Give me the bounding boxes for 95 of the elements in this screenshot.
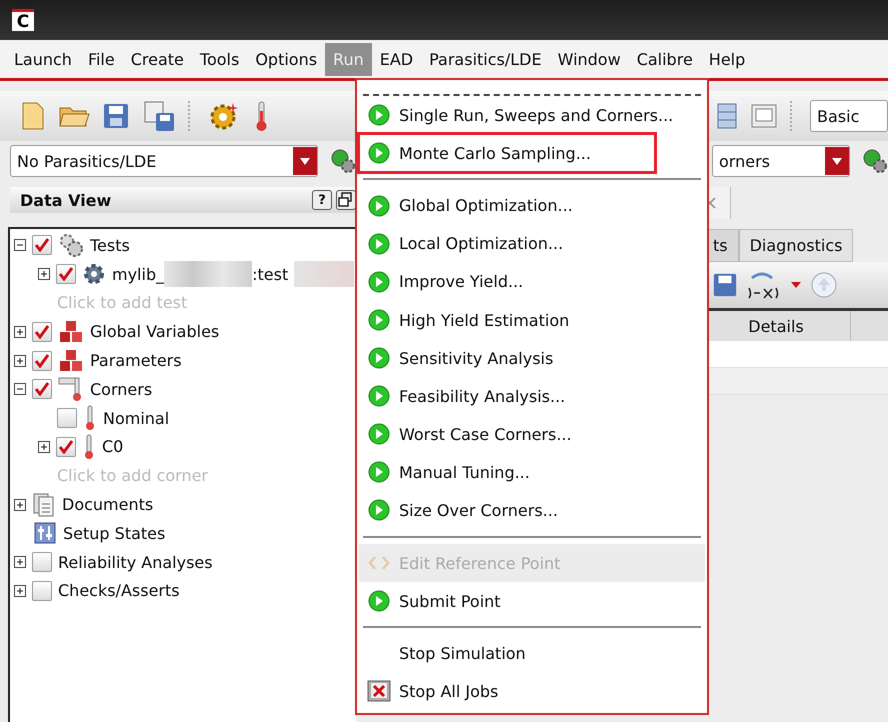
checkbox[interactable] [57,408,77,428]
documents-icon [32,492,56,518]
tree-item-label[interactable]: Setup States [63,524,166,543]
stop-icon [367,680,391,704]
panel-icon[interactable] [750,102,778,130]
sliders-icon [33,521,57,546]
expand-icon[interactable] [38,440,50,453]
checkbox[interactable] [32,552,52,572]
thermometer-icon [83,405,97,432]
menu-item[interactable]: Monte Carlo Sampling... [359,134,655,172]
play-icon [368,309,390,332]
gear-icon [82,262,106,286]
parasitics-combo[interactable]: No Parasitics/LDE [10,145,318,177]
dropdown-arrow-icon[interactable] [790,281,802,289]
play-icon [368,385,390,408]
menu-item[interactable]: Size Over Corners... [359,491,705,530]
tree-item-label[interactable]: mylib_ [112,264,164,284]
diamond-icon [368,555,390,572]
menu-bar-item[interactable]: Launch [6,42,80,76]
checkbox[interactable] [32,580,52,601]
menu-bar-item[interactable]: Window [550,42,629,76]
tree-item-label[interactable]: Global Variables [90,322,220,342]
expand-icon[interactable] [14,354,26,367]
tab[interactable]: Diagnostics [738,229,854,262]
run-gear-icon[interactable] [862,148,888,174]
play-icon [368,590,390,612]
tree-item-label[interactable]: Documents [62,495,154,514]
tree-item-label[interactable]: C0 [102,437,124,456]
menu-item[interactable]: Global Optimization... [359,186,705,225]
menu-bar-item[interactable]: EAD [372,42,422,76]
play-icon [368,423,390,446]
save-as-icon[interactable] [142,99,176,133]
expand-icon[interactable] [38,268,50,280]
menu-item[interactable]: Sensitivity Analysis [359,339,705,378]
checkbox[interactable] [32,350,52,371]
menu-item[interactable]: Stop All Jobs [359,672,705,711]
play-icon [368,232,390,255]
menu-bar-item[interactable]: Calibre [628,42,701,76]
tree-item-label[interactable]: Reliability Analyses [58,552,213,572]
play-icon [368,461,390,484]
app-logo: C [12,9,34,31]
tree-item-label[interactable]: Tests [90,236,130,255]
menu-bar-item[interactable]: File [80,42,123,76]
run-mode-combo[interactable]: orners [712,145,850,177]
menu-bar-item[interactable]: Help [700,42,754,76]
help-button[interactable]: ? [312,190,332,210]
tree-item-label[interactable]: :test [252,264,288,284]
checkbox[interactable] [56,436,76,457]
mode-combo[interactable]: Basic [810,100,888,132]
collapse-icon[interactable] [14,239,26,252]
redaction-mark [294,261,354,288]
thermometer-icon [58,376,84,402]
menu-item[interactable]: Single Run, Sweeps and Corners... [359,96,705,134]
play-icon [368,499,390,522]
menu-item[interactable]: Manual Tuning... [359,453,705,492]
play-icon [368,194,390,217]
play-icon [368,142,390,164]
play-icon [368,347,390,370]
gears-icon [58,232,84,258]
menu-item[interactable]: Improve Yield... [359,262,705,301]
expand-icon[interactable] [14,498,26,511]
cubes-icon [58,348,84,373]
table-icon[interactable] [716,102,738,130]
menu-bar-item[interactable]: Options [247,42,326,76]
tree-item-label[interactable]: Checks/Asserts [58,581,180,600]
play-icon [368,104,390,126]
menu-item[interactable]: Local Optimization... [359,224,705,263]
menu-item[interactable]: Feasibility Analysis... [359,377,705,416]
save-icon[interactable] [712,272,738,298]
expand-icon[interactable] [14,584,26,597]
new-file-icon[interactable] [20,101,46,131]
tree-item-label[interactable]: Nominal [103,408,170,428]
panel-title: Data View [19,190,112,210]
menu-item[interactable]: Stop Simulation [359,634,705,673]
checkbox[interactable] [32,235,52,256]
expand-icon[interactable] [14,556,26,568]
menu-item[interactable]: Submit Point [359,582,705,620]
menu-item[interactable]: Worst Case Corners... [359,415,705,454]
play-icon [368,270,390,293]
menu-bar-item[interactable]: Tools [192,42,248,76]
run-gear-icon[interactable] [330,148,356,174]
cubes-icon [58,320,84,344]
tree-item-label[interactable]: Parameters [90,351,182,370]
menu-item[interactable]: High Yield Estimation [359,300,705,340]
save-icon[interactable] [102,102,130,130]
checkbox[interactable] [32,322,52,342]
collapse-icon[interactable] [14,383,26,396]
checkbox[interactable] [56,264,76,284]
float-panel-icon[interactable] [336,190,356,210]
menu-bar-item[interactable]: Create [122,42,192,76]
tree-item-label[interactable]: Corners [90,380,152,399]
checkbox[interactable] [32,379,52,400]
expand-icon[interactable] [14,326,26,338]
thermometer-icon [82,434,96,460]
menu-bar-item[interactable]: Parasitics/LDE [421,42,550,76]
